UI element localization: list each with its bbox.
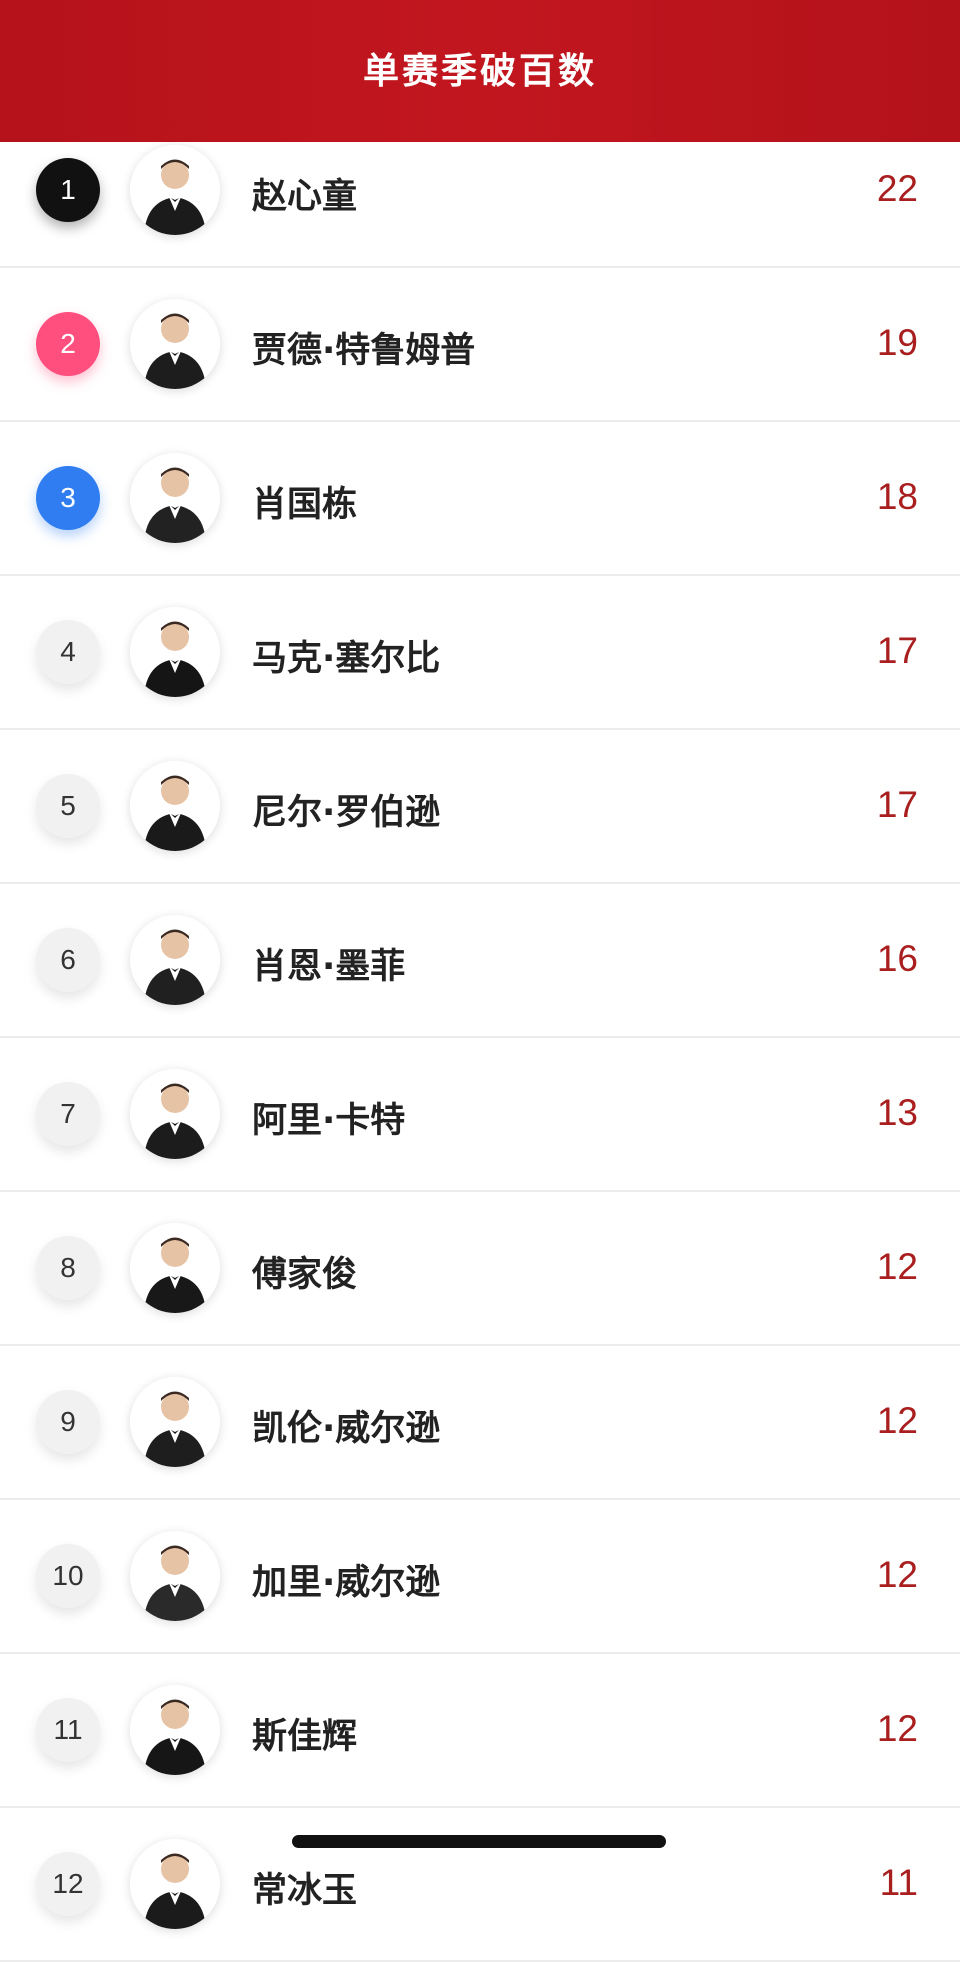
rank-badge: 11 <box>36 1698 100 1762</box>
rank-badge: 3 <box>36 466 100 530</box>
player-avatar <box>130 1839 220 1929</box>
player-name: 肖国栋 <box>252 485 358 525</box>
rank-badge: 2 <box>36 312 100 376</box>
century-count: 17 <box>876 630 918 671</box>
player-avatar <box>130 1377 220 1467</box>
page-header: 单赛季破百数 <box>0 0 960 142</box>
player-photo-icon <box>130 1377 220 1467</box>
player-avatar <box>130 1069 220 1159</box>
century-count: 12 <box>876 1400 918 1441</box>
player-row[interactable]: 4 马克·塞尔比 17 <box>0 576 960 730</box>
player-name: 贾德·特鲁姆普 <box>252 331 476 371</box>
player-photo-icon <box>130 453 220 543</box>
player-avatar <box>130 607 220 697</box>
century-count: 18 <box>876 476 918 517</box>
player-name: 凯伦·威尔逊 <box>252 1409 441 1449</box>
player-photo-icon <box>130 1685 220 1775</box>
player-row[interactable]: 12 常冰玉 11 <box>0 1808 960 1962</box>
player-photo-icon <box>130 145 220 235</box>
player-photo-icon <box>130 1839 220 1929</box>
player-photo-icon <box>130 915 220 1005</box>
player-avatar <box>130 915 220 1005</box>
player-row[interactable]: 3 肖国栋 18 <box>0 422 960 576</box>
player-name: 马克·塞尔比 <box>252 639 441 679</box>
player-photo-icon <box>130 1223 220 1313</box>
century-count: 11 <box>879 1862 918 1903</box>
rank-badge: 4 <box>36 620 100 684</box>
player-row[interactable]: 2 贾德·特鲁姆普 19 <box>0 268 960 422</box>
player-row[interactable]: 9 凯伦·威尔逊 12 <box>0 1346 960 1500</box>
century-count: 22 <box>876 168 918 209</box>
century-count: 13 <box>876 1092 918 1133</box>
rank-badge: 1 <box>36 158 100 222</box>
player-avatar <box>130 299 220 389</box>
rank-badge: 12 <box>36 1852 100 1916</box>
player-row[interactable]: 8 傅家俊 12 <box>0 1192 960 1346</box>
rank-badge: 6 <box>36 928 100 992</box>
player-name: 赵心童 <box>252 177 358 217</box>
player-avatar <box>130 761 220 851</box>
century-count: 17 <box>876 784 918 825</box>
player-row[interactable]: 6 肖恩·墨菲 16 <box>0 884 960 1038</box>
century-count: 16 <box>876 938 918 979</box>
player-row[interactable]: 10 加里·威尔逊 12 <box>0 1500 960 1654</box>
player-name: 傅家俊 <box>252 1255 358 1295</box>
century-count: 19 <box>876 322 918 363</box>
rank-badge: 10 <box>36 1544 100 1608</box>
player-name: 尼尔·罗伯逊 <box>252 793 441 833</box>
page-title: 单赛季破百数 <box>362 51 597 92</box>
home-indicator[interactable] <box>292 1835 666 1848</box>
player-name: 肖恩·墨菲 <box>252 947 406 987</box>
player-avatar <box>130 453 220 543</box>
player-name: 斯佳辉 <box>252 1717 358 1757</box>
player-photo-icon <box>130 761 220 851</box>
player-photo-icon <box>130 607 220 697</box>
rank-badge: 9 <box>36 1390 100 1454</box>
player-avatar <box>130 1223 220 1313</box>
player-photo-icon <box>130 1531 220 1621</box>
player-photo-icon <box>130 299 220 389</box>
player-name: 常冰玉 <box>252 1871 358 1911</box>
player-name: 阿里·卡特 <box>252 1101 406 1141</box>
rank-badge: 7 <box>36 1082 100 1146</box>
player-name: 加里·威尔逊 <box>252 1563 441 1603</box>
player-row[interactable]: 11 斯佳辉 12 <box>0 1654 960 1808</box>
rank-badge: 8 <box>36 1236 100 1300</box>
century-count: 12 <box>876 1554 918 1595</box>
player-avatar <box>130 145 220 235</box>
player-row[interactable]: 5 尼尔·罗伯逊 17 <box>0 730 960 884</box>
player-avatar <box>130 1685 220 1775</box>
player-photo-icon <box>130 1069 220 1159</box>
rank-badge: 5 <box>36 774 100 838</box>
century-count: 12 <box>876 1246 918 1287</box>
player-row[interactable]: 7 阿里·卡特 13 <box>0 1038 960 1192</box>
century-count: 12 <box>876 1708 918 1749</box>
player-avatar <box>130 1531 220 1621</box>
